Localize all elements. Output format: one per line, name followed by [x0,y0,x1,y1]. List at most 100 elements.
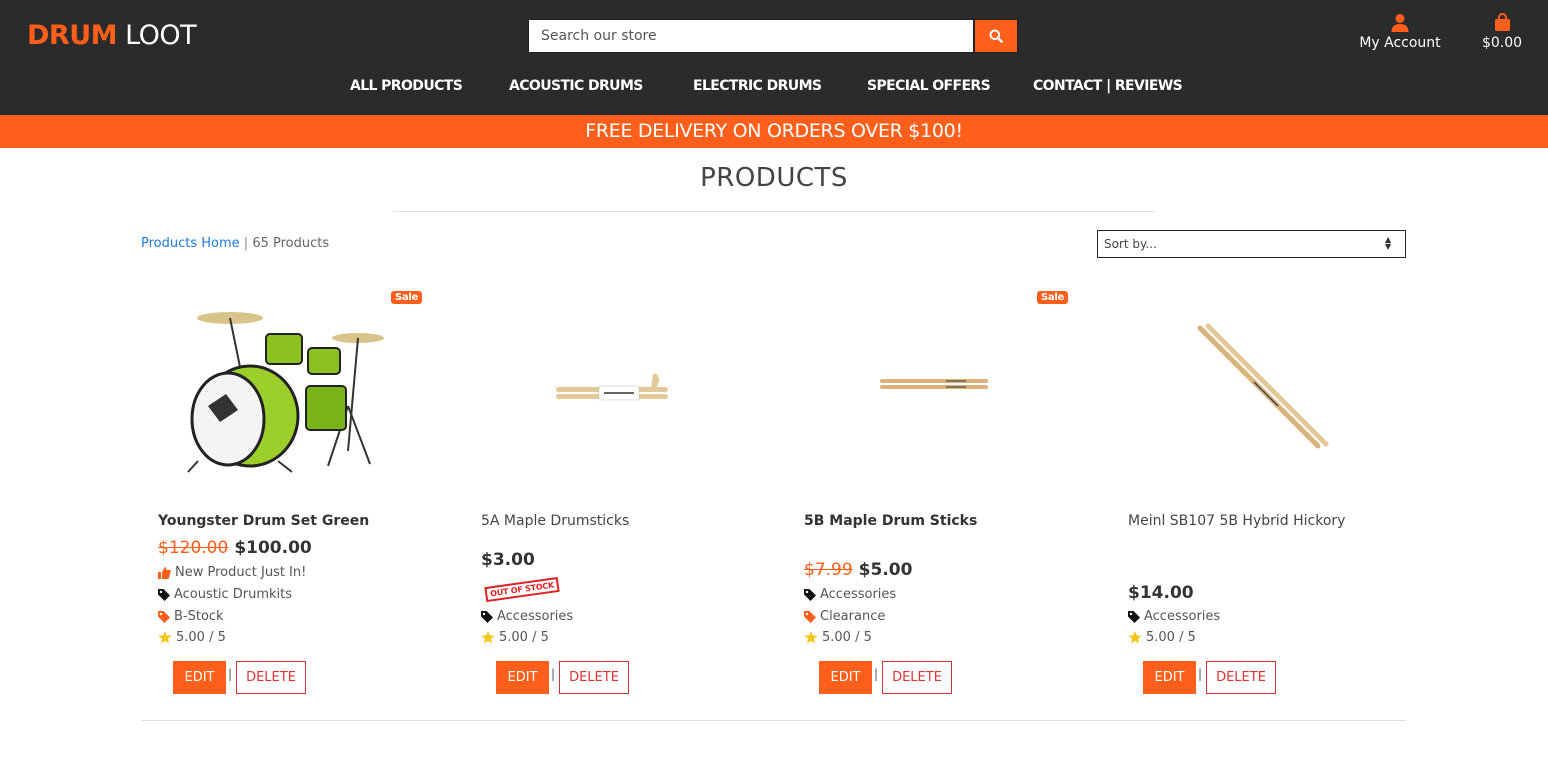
tag-icon [158,588,170,601]
star-icon [481,631,495,644]
sale-badge: Sale [391,291,422,304]
title-divider [393,211,1155,212]
search-icon [989,29,1003,43]
product-rating: 5.00 / 5 [158,630,226,645]
product-tag: B-Stock [158,609,224,624]
drumsticks-image [880,379,988,389]
product-image[interactable] [481,286,751,496]
delete-button[interactable]: DELETE [882,661,952,694]
old-price: $7.99 [804,560,853,580]
category-text[interactable]: Accessories [497,609,573,624]
product-card: Sale 5B Maple Drum Sticks $7.99 $5.00 Acc… [804,286,1104,706]
product-image[interactable]: Sale [804,286,1074,496]
product-highlight: New Product Just In! [158,565,306,580]
search-button[interactable] [974,19,1018,53]
star-icon [1128,631,1142,644]
drumsticks-image [556,373,668,401]
current-price: $3.00 [481,550,535,570]
product-image[interactable] [1128,286,1398,496]
button-separator: | [874,667,879,681]
thumbs-up-icon [158,566,171,579]
product-rating: 5.00 / 5 [804,630,872,645]
product-rating: 5.00 / 5 [481,630,549,645]
product-price: $7.99 $5.00 [804,560,912,580]
category-text[interactable]: Acoustic Drumkits [174,587,292,602]
site-header: DRUM LOOT My Account $0.00 ALL PRODUCTS … [0,0,1548,115]
out-of-stock-stamp: OUT OF STOCK [484,576,560,603]
product-name[interactable]: 5A Maple Drumsticks [481,513,629,529]
nav-special-offers[interactable]: SPECIAL OFFERS [867,78,991,94]
current-price: $5.00 [858,560,913,580]
nav-acoustic-drums[interactable]: ACOUSTIC DRUMS [509,78,643,94]
star-icon [804,631,818,644]
product-name[interactable]: Youngster Drum Set Green [158,513,369,529]
button-separator: | [228,667,233,681]
tag-icon [804,588,816,601]
category-text[interactable]: Accessories [1144,609,1220,624]
delete-button[interactable]: DELETE [236,661,306,694]
my-account-label: My Account [1359,35,1441,51]
edit-button[interactable]: EDIT [173,661,226,694]
product-category: Acoustic Drumkits [158,587,292,602]
logo-loot: LOOT [125,20,197,51]
product-image[interactable]: Sale [158,286,428,496]
product-rating: 5.00 / 5 [1128,630,1196,645]
edit-button[interactable]: EDIT [1143,661,1196,694]
current-price: $100.00 [234,538,312,558]
nav-all-products[interactable]: ALL PRODUCTS [350,78,463,94]
tag-icon [1128,610,1140,623]
edit-button[interactable]: EDIT [819,661,872,694]
cart-link[interactable]: $0.00 [1478,12,1526,51]
site-logo[interactable]: DRUM LOOT [27,20,197,52]
category-text[interactable]: Accessories [820,587,896,602]
sale-badge: Sale [1037,291,1068,304]
breadcrumb-products-home[interactable]: Products Home [141,236,240,251]
product-tag: Clearance [804,609,885,624]
nav-electric-drums[interactable]: ELECTRIC DRUMS [693,78,822,94]
breadcrumb-separator: | [239,236,253,251]
breadcrumb: Products Home | 65 Products [141,236,329,251]
sort-select[interactable]: Sort by... [1097,230,1406,258]
drum-kit-image [187,312,384,473]
bottom-divider [141,720,1406,721]
product-card: 5A Maple Drumsticks $3.00 OUT OF STOCK A… [481,286,781,706]
star-icon [158,631,172,644]
highlight-text: New Product Just In! [175,565,307,580]
delete-button[interactable]: DELETE [559,661,629,694]
product-name[interactable]: 5B Maple Drum Sticks [804,513,977,529]
drumsticks-image [1197,323,1329,449]
shopping-bag-icon [1478,12,1526,35]
tag-icon [158,610,170,623]
cart-total: $0.00 [1481,35,1523,51]
product-card: Sale Youngster Drum Set Green $120.00 $10… [158,286,458,706]
product-price: $3.00 [481,550,535,570]
delete-button[interactable]: DELETE [1206,661,1276,694]
button-separator: | [551,667,556,681]
product-count: 65 Products [252,236,330,251]
rating-text: 5.00 / 5 [1146,630,1196,645]
search-input[interactable] [528,19,974,53]
logo-drum: DRUM [27,20,118,51]
product-category: Accessories [1128,609,1220,624]
product-price: $120.00 $100.00 [158,538,312,558]
button-separator: | [1198,667,1203,681]
product-card: Meinl SB107 5B Hybrid Hickory $14.00 Acc… [1128,286,1428,706]
rating-text: 5.00 / 5 [822,630,872,645]
old-price: $120.00 [158,538,229,558]
main-nav: ALL PRODUCTS ACOUSTIC DRUMS ELECTRIC DRU… [0,78,1548,100]
tag-icon [481,610,493,623]
search-form [528,19,1018,53]
page-title: PRODUCTS [700,163,848,193]
current-price: $14.00 [1128,583,1194,603]
delivery-banner: FREE DELIVERY ON ORDERS OVER $100! [0,115,1548,148]
product-name[interactable]: Meinl SB107 5B Hybrid Hickory [1128,513,1345,529]
nav-contact-reviews[interactable]: CONTACT | REVIEWS [1033,78,1183,94]
rating-text: 5.00 / 5 [176,630,226,645]
user-icon [1350,13,1450,35]
edit-button[interactable]: EDIT [496,661,549,694]
tag-text[interactable]: Clearance [820,609,885,624]
tag-text[interactable]: B-Stock [174,609,224,624]
product-category: Accessories [804,587,896,602]
my-account-link[interactable]: My Account [1350,13,1450,51]
rating-text: 5.00 / 5 [499,630,549,645]
